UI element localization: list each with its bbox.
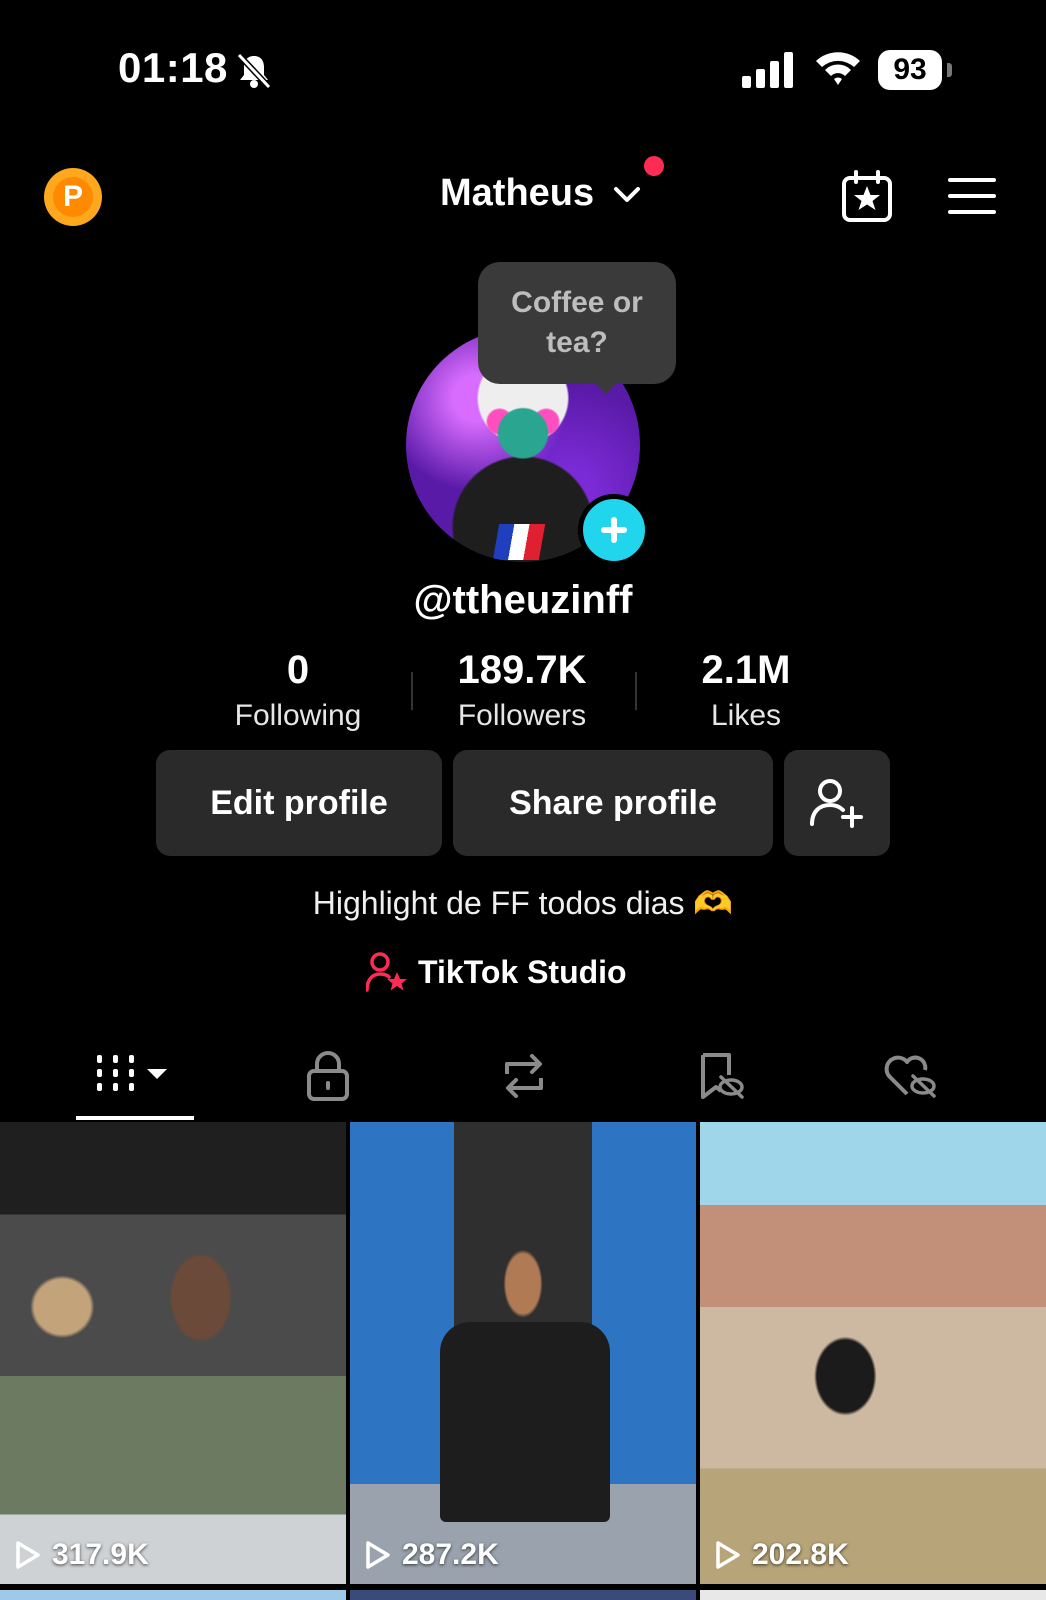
coin-letter: P bbox=[53, 177, 93, 217]
calendar-star-icon[interactable] bbox=[840, 170, 894, 224]
add-story-button[interactable] bbox=[578, 494, 650, 566]
view-count-label: 287.2K bbox=[402, 1538, 499, 1571]
play-icon bbox=[366, 1541, 390, 1569]
stat-followers[interactable]: 189.7K Followers bbox=[412, 648, 632, 733]
video-thumbnail[interactable]: 287.2K bbox=[350, 1122, 696, 1584]
grid-icon bbox=[97, 1055, 167, 1091]
view-count: 317.9K bbox=[14, 1538, 149, 1572]
tab-private[interactable] bbox=[288, 1046, 368, 1106]
video-thumbnail-partial[interactable] bbox=[700, 1590, 1046, 1600]
status-time: 01:18 bbox=[118, 44, 228, 91]
stat-value: 189.7K bbox=[457, 648, 587, 692]
video-thumbnail-partial[interactable] bbox=[0, 1590, 346, 1600]
bookmark-hidden-icon bbox=[701, 1053, 744, 1099]
add-friend-icon bbox=[810, 779, 863, 828]
tab-active-indicator bbox=[76, 1116, 194, 1120]
stat-following[interactable]: 0 Following bbox=[188, 648, 408, 733]
signal-icon bbox=[742, 52, 793, 88]
plus-icon bbox=[601, 517, 627, 543]
account-switcher[interactable]: Matheus bbox=[440, 172, 594, 215]
tab-liked[interactable] bbox=[870, 1046, 950, 1106]
lock-icon bbox=[307, 1051, 349, 1101]
profile-handle: @ttheuzinff bbox=[413, 578, 633, 622]
view-count: 202.8K bbox=[714, 1538, 849, 1572]
note-tooltip[interactable]: Coffee or tea? bbox=[478, 262, 676, 384]
edit-profile-button[interactable]: Edit profile bbox=[156, 750, 442, 856]
coin-button[interactable]: P bbox=[44, 168, 102, 226]
notification-dot bbox=[644, 156, 664, 176]
chevron-down-icon[interactable] bbox=[612, 184, 642, 206]
tab-favorites[interactable] bbox=[680, 1046, 760, 1106]
share-profile-button[interactable]: Share profile bbox=[453, 750, 773, 856]
add-friend-button[interactable] bbox=[784, 750, 890, 856]
creator-star-icon bbox=[366, 952, 407, 992]
profile-bio: Highlight de FF todos dias 🫶 bbox=[312, 885, 734, 921]
heart-hidden-icon bbox=[884, 1055, 936, 1098]
tab-videos[interactable] bbox=[76, 1046, 194, 1106]
stat-label: Following bbox=[234, 699, 362, 732]
video-thumbnail-partial[interactable] bbox=[350, 1590, 696, 1600]
play-icon bbox=[16, 1541, 40, 1569]
wifi-icon bbox=[816, 52, 860, 85]
battery-level: 93 bbox=[878, 50, 942, 90]
bell-muted-icon bbox=[236, 52, 272, 90]
stat-label: Followers bbox=[457, 699, 587, 732]
tab-reposts[interactable] bbox=[484, 1046, 564, 1106]
repost-icon bbox=[505, 1054, 543, 1098]
view-count: 287.2K bbox=[364, 1538, 499, 1572]
stat-likes[interactable]: 2.1M Likes bbox=[636, 648, 856, 733]
stat-value: 0 bbox=[286, 648, 310, 692]
play-icon bbox=[716, 1541, 740, 1569]
video-thumbnail[interactable]: 202.8K bbox=[700, 1122, 1046, 1584]
tiktok-studio-link[interactable]: TikTok Studio bbox=[366, 950, 627, 994]
stat-value: 2.1M bbox=[701, 648, 791, 692]
view-count-label: 202.8K bbox=[752, 1538, 849, 1571]
tooltip-tail bbox=[592, 380, 620, 394]
menu-icon[interactable] bbox=[948, 176, 996, 216]
view-count-label: 317.9K bbox=[52, 1538, 149, 1571]
stat-label: Likes bbox=[710, 699, 782, 732]
studio-label: TikTok Studio bbox=[418, 953, 627, 990]
video-thumbnail[interactable]: 317.9K bbox=[0, 1122, 346, 1584]
battery-indicator: 93 bbox=[878, 50, 952, 90]
